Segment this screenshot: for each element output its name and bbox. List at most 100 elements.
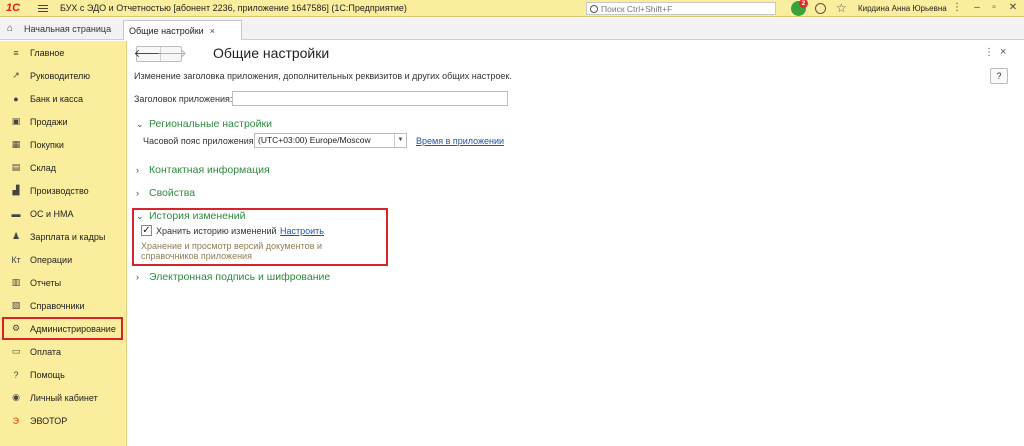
sidebar-item-purchases[interactable]: ▦ Покупки (0, 133, 127, 156)
sidebar-item-label: ОС и НМА (30, 208, 74, 219)
sidebar-item-label: Помощь (30, 369, 65, 380)
tab-close-icon[interactable]: × (210, 26, 215, 36)
close-form-icon[interactable]: × (1000, 46, 1006, 58)
warehouse-icon: ▤ (11, 162, 21, 172)
person-icon: ♟ (11, 231, 21, 241)
bag-icon: ▣ (11, 116, 21, 126)
more-menu-icon[interactable]: ⋮ (984, 47, 994, 58)
dropdown-arrow-icon[interactable]: ▼ (394, 134, 406, 147)
sidebar-item-evotor[interactable]: Э ЭВОТОР (0, 409, 127, 432)
sidebar-item-label: Производство (30, 185, 89, 196)
time-in-app-link[interactable]: Время в приложении (416, 136, 504, 146)
section-change-history[interactable]: ⌄ История изменений (136, 210, 246, 222)
section-regional[interactable]: ⌄ Региональные настройки (136, 118, 272, 130)
question-icon: ? (13, 369, 19, 380)
section-title: Электронная подпись и шифрование (149, 271, 331, 283)
gear-icon: ⚙ (11, 323, 21, 333)
help-button[interactable]: ? (990, 68, 1008, 84)
tab-general-settings[interactable]: Общие настройки × (123, 20, 242, 40)
sidebar-item-label: Банк и касса (30, 93, 83, 104)
search-placeholder: Поиск Ctrl+Shift+F (601, 3, 673, 14)
store-history-label[interactable]: Хранить историю изменений (156, 226, 277, 236)
sidebar-item-reports[interactable]: ▥ Отчеты (0, 271, 127, 294)
page-title: Общие настройки (213, 45, 330, 61)
chevron-down-icon: ⌄ (136, 118, 144, 129)
sidebar-item-label: Продажи (30, 116, 68, 127)
card-icon: ▭ (11, 346, 21, 356)
section-title: История изменений (149, 210, 246, 222)
minimize-icon[interactable]: – (970, 1, 984, 15)
sidebar-item-label: Руководителю (30, 70, 91, 81)
sidebar-item-main[interactable]: ≡ Главное (0, 41, 127, 64)
forward-arrow-icon[interactable]: 🡒 (157, 47, 187, 61)
basket-icon: ▦ (11, 139, 21, 149)
navigation-buttons: 🡐 🡒 (134, 46, 187, 62)
sidebar-item-bank[interactable]: ● Банк и касса (0, 87, 127, 110)
tab-home[interactable]: ⌂ Начальная страница (0, 18, 120, 40)
history-icon[interactable] (815, 3, 826, 14)
sidebar-item-administration[interactable]: ⚙ Администрирование (2, 317, 123, 340)
search-input[interactable]: Поиск Ctrl+Shift+F (586, 2, 776, 15)
sidebar-item-label: Главное (30, 47, 65, 58)
sidebar-item-sales[interactable]: ▣ Продажи (0, 110, 127, 133)
main-menu-icon[interactable] (38, 4, 48, 12)
sidebar-item-label: Покупки (30, 139, 64, 150)
form-description: Изменение заголовка приложения, дополнит… (134, 71, 512, 81)
app-title-label: Заголовок приложения: (134, 94, 233, 104)
coin-icon: ● (13, 93, 19, 104)
timezone-label: Часовой пояс приложения: (143, 136, 257, 146)
timezone-value: (UTC+03:00) Europe/Moscow (258, 135, 371, 145)
section-title: Свойства (149, 187, 196, 199)
main-icon: ≡ (13, 47, 19, 58)
chevron-down-icon: ⌄ (136, 210, 144, 221)
debit-credit-icon: Кт (11, 254, 21, 265)
section-title: Контактная информация (149, 164, 270, 176)
sidebar-item-label: Справочники (30, 300, 85, 311)
books-icon: ▧ (11, 300, 21, 310)
user-name[interactable]: Кирдина Анна Юрьевна (858, 4, 947, 13)
sidebar: ≡ Главное ↗ Руководителю ● Банк и касса ▣ Пр… (0, 41, 127, 446)
timezone-select[interactable]: (UTC+03:00) Europe/Moscow ▼ (254, 133, 407, 148)
sidebar-item-catalogs[interactable]: ▧ Справочники (0, 294, 127, 317)
chevron-right-icon: › (136, 272, 139, 282)
sidebar-item-warehouse[interactable]: ▤ Склад (0, 156, 127, 179)
section-esign[interactable]: › Электронная подпись и шифрование (136, 271, 330, 283)
sidebar-item-assets[interactable]: ▬ ОС и НМА (0, 202, 127, 225)
app-title-input[interactable] (232, 91, 508, 106)
chart-trend-icon: ↗ (12, 70, 20, 80)
home-icon: ⌂ (7, 23, 14, 34)
section-properties[interactable]: › Свойства (136, 187, 195, 199)
search-icon (590, 4, 598, 13)
settings-form: 🡐 🡒 Общие настройки ⋮ × ? Изменение заго… (128, 41, 1024, 446)
favorites-star-icon[interactable]: ☆ (836, 1, 847, 15)
sidebar-item-label: ЭВОТОР (30, 415, 68, 426)
configure-link[interactable]: Настроить (280, 226, 324, 236)
sidebar-item-operations[interactable]: Кт Операции (0, 248, 127, 271)
close-window-icon[interactable]: ✕ (1006, 1, 1020, 15)
tab-home-label: Начальная страница (24, 24, 112, 34)
restore-icon[interactable]: ▫ (987, 1, 1001, 15)
tab-active-label: Общие настройки (129, 25, 204, 36)
sidebar-item-label: Оплата (30, 346, 61, 357)
sidebar-item-account[interactable]: ◉ Личный кабинет (0, 386, 127, 409)
sidebar-item-help[interactable]: ? Помощь (0, 363, 127, 386)
sidebar-item-label: Зарплата и кадры (30, 231, 106, 242)
evotor-icon: Э (12, 415, 20, 426)
app-title: БУХ с ЭДО и Отчетностью [абонент 2236, п… (60, 3, 407, 13)
sidebar-item-manager[interactable]: ↗ Руководителю (0, 64, 127, 87)
chevron-right-icon: › (136, 188, 139, 198)
tab-bar: ⌂ Начальная страница Общие настройки × (0, 18, 1024, 40)
1c-logo: 1С (6, 1, 21, 14)
factory-icon: ▟ (12, 185, 20, 195)
section-contact-info[interactable]: › Контактная информация (136, 164, 270, 176)
account-icon: ◉ (12, 392, 20, 402)
truck-icon: ▬ (11, 208, 21, 219)
bar-chart-icon: ▥ (11, 277, 21, 287)
sidebar-item-production[interactable]: ▟ Производство (0, 179, 127, 202)
store-history-checkbox[interactable]: ✓ (141, 225, 152, 236)
section-title: Региональные настройки (149, 118, 272, 130)
window-menu-icon[interactable]: ⋮ (950, 1, 964, 15)
sidebar-item-payment[interactable]: ▭ Оплата (0, 340, 127, 363)
sidebar-item-label: Администрирование (30, 323, 116, 334)
sidebar-item-salary[interactable]: ♟ Зарплата и кадры (0, 225, 127, 248)
